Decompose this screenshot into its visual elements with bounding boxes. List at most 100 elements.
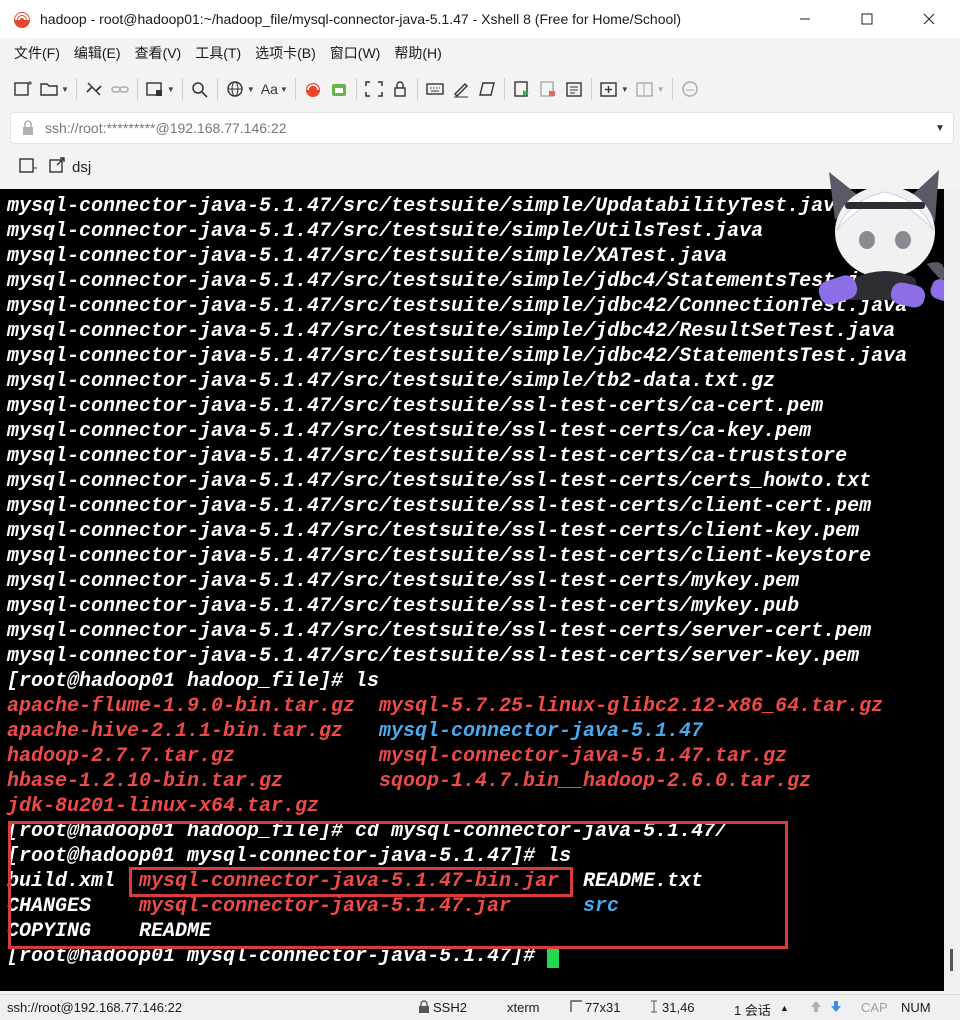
pen-icon: [453, 83, 468, 98]
chevron-down-icon[interactable]: ▼: [927, 123, 953, 134]
close-icon: [923, 13, 935, 25]
terminal-line: mysql-connector-java-5.1.47/src/testsuit…: [7, 645, 860, 668]
lock-icon: [17, 120, 39, 136]
terminal-cursor: [547, 946, 559, 968]
new-tab-group-button[interactable]: ▼: [596, 75, 632, 103]
external-link-icon[interactable]: [48, 156, 66, 179]
toolbar-separator: [294, 78, 296, 100]
xshell-logo-icon: [14, 12, 30, 28]
highlight-box-jar: [129, 867, 573, 897]
terminal-line: mysql-connector-java-5.1.47/src/testsuit…: [7, 270, 896, 293]
terminal-line: mysql-connector-java-5.1.47/src/testsuit…: [7, 295, 908, 318]
tab-dsj[interactable]: dsj: [72, 159, 91, 176]
address-bar[interactable]: ssh://root:*********@192.168.77.146:22 ▼: [10, 112, 954, 144]
lock-button[interactable]: [387, 75, 413, 103]
terminal-line: mysql-connector-java-5.1.47/src/testsuit…: [7, 420, 812, 443]
status-num: NUM: [901, 1000, 931, 1015]
terminal-line: mysql-connector-java-5.1.47/src/testsuit…: [7, 345, 908, 368]
font-button[interactable]: Aa ▼: [258, 75, 291, 103]
terminal-line: mysql-connector-java-5.1.47/src/testsuit…: [7, 545, 872, 568]
menu-window[interactable]: 窗口(W): [330, 43, 381, 63]
font-icon: Aa: [260, 81, 278, 97]
session-list-icon[interactable]: [18, 156, 38, 179]
layout-button[interactable]: ▼: [632, 75, 668, 103]
menu-view[interactable]: 查看(V): [135, 43, 182, 63]
log-button[interactable]: [561, 75, 587, 103]
status-cursor-pos: 31,46: [662, 1000, 695, 1015]
script-button[interactable]: [474, 75, 500, 103]
ls-entry: hbase-1.2.10-bin.tar.gz: [7, 770, 284, 793]
chevron-down-icon: ▼: [620, 84, 629, 94]
xagent-button[interactable]: [326, 75, 352, 103]
new-session-icon: [14, 81, 32, 96]
fullscreen-icon: [365, 81, 383, 97]
status-connection: ssh://root@192.168.77.146:22: [7, 1000, 183, 1015]
terminal-output[interactable]: mysql-connector-java-5.1.47/src/testsuit…: [0, 189, 944, 991]
menu-file[interactable]: 文件(F): [14, 43, 60, 63]
find-button[interactable]: [187, 75, 213, 103]
close-button[interactable]: [898, 0, 960, 38]
keyboard-button[interactable]: [422, 75, 448, 103]
menu-help[interactable]: 帮助(H): [394, 43, 441, 63]
disconnect-icon: [86, 82, 102, 96]
toolbar-separator: [136, 78, 138, 100]
open-folder-button[interactable]: ▼: [36, 75, 72, 103]
prompt-line: [root@hadoop01 hadoop_file]# ls: [7, 670, 380, 693]
mascot-sticker: [818, 170, 954, 308]
toolbar-separator: [590, 78, 592, 100]
toolbar-separator: [216, 78, 218, 100]
run-script-icon: [514, 81, 529, 97]
terminal-line: mysql-connector-java-5.1.47/src/testsuit…: [7, 370, 776, 393]
status-cap: CAP: [861, 1000, 888, 1015]
encoding-button[interactable]: ▼: [222, 75, 258, 103]
stop-script-button[interactable]: [535, 75, 561, 103]
link-icon: [111, 86, 129, 93]
reconnect-button[interactable]: [107, 75, 133, 103]
compose-button[interactable]: [448, 75, 474, 103]
session-manager-button[interactable]: ▼: [142, 75, 178, 103]
xftp-icon: [305, 83, 320, 97]
ls-entry: apache-flume-1.9.0-bin.tar.gz: [7, 695, 356, 718]
maximize-button[interactable]: [836, 0, 898, 38]
minimize-icon: [800, 18, 810, 20]
chevron-down-icon: ▼: [166, 84, 175, 94]
new-session-button[interactable]: [10, 75, 36, 103]
terminal-line: mysql-connector-java-5.1.47/src/testsuit…: [7, 445, 848, 468]
toolbar-separator: [355, 78, 357, 100]
xagent-icon: [331, 84, 346, 96]
arrow-up-icon: [810, 1000, 822, 1016]
toolbar-separator: [671, 78, 673, 100]
chevron-down-icon: ▼: [61, 84, 69, 94]
menu-edit[interactable]: 编辑(E): [74, 43, 121, 63]
address-input[interactable]: ssh://root:*********@192.168.77.146:22: [45, 120, 927, 136]
ls-entry: apache-hive-2.1.1-bin.tar.gz: [7, 720, 344, 743]
terminal-line: mysql-connector-java-5.1.47/src/testsuit…: [7, 470, 872, 493]
keyboard-icon: [426, 83, 444, 95]
cursor-position-icon: [649, 1000, 659, 1016]
minimize-button[interactable]: [774, 0, 836, 38]
menu-tabs[interactable]: 选项卡(B): [255, 43, 316, 63]
xftp-button[interactable]: [300, 75, 326, 103]
terminal-scrollbar[interactable]: [944, 189, 960, 991]
terminal-line: mysql-connector-java-5.1.47/src/testsuit…: [7, 620, 872, 643]
layout-icon: [636, 82, 653, 97]
globe-icon: [227, 81, 243, 97]
session-window-icon: [146, 82, 162, 96]
terminal-line: mysql-connector-java-5.1.47/src/testsuit…: [7, 595, 800, 618]
lock-icon: [418, 1000, 430, 1016]
ls-entry: mysql-5.7.25-linux-glibc2.12-x86_64.tar.…: [379, 695, 884, 718]
fullscreen-button[interactable]: [361, 75, 387, 103]
run-script-button[interactable]: [509, 75, 535, 103]
chevron-up-icon[interactable]: ▲: [780, 1003, 789, 1013]
terminal-line: mysql-connector-java-5.1.47/src/testsuit…: [7, 320, 896, 343]
menu-bar: 文件(F) 编辑(E) 查看(V) 工具(T) 选项卡(B) 窗口(W) 帮助(…: [0, 38, 960, 68]
search-icon: [192, 82, 208, 98]
lock-icon: [394, 81, 406, 97]
disconnect-button[interactable]: [81, 75, 107, 103]
menu-tools[interactable]: 工具(T): [195, 43, 241, 63]
chat-button[interactable]: [677, 75, 703, 103]
terminal-line: mysql-connector-java-5.1.47/src/testsuit…: [7, 195, 848, 218]
terminal-line: mysql-connector-java-5.1.47/src/testsuit…: [7, 495, 872, 518]
scrollbar-thumb[interactable]: [950, 949, 953, 971]
status-terminal-type: xterm: [507, 1000, 540, 1015]
